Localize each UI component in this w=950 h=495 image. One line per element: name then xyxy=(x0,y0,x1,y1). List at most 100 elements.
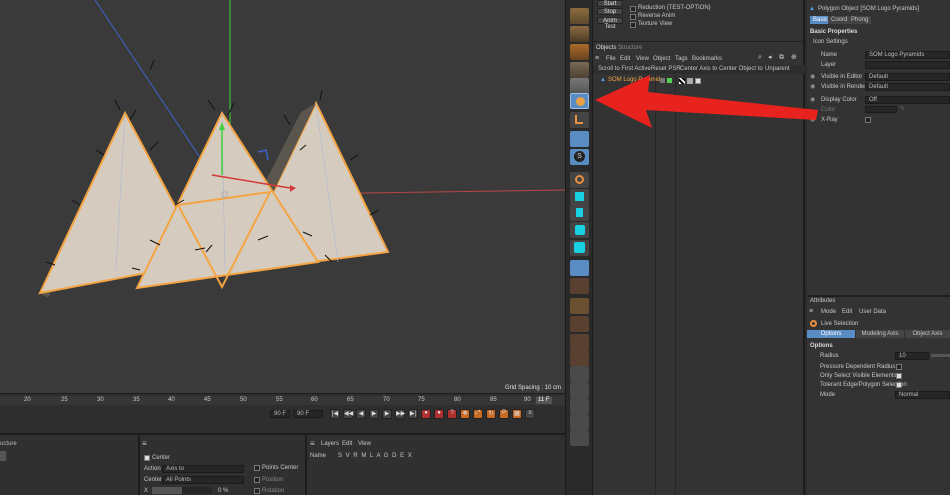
texture-mode-icon[interactable] xyxy=(570,278,589,294)
viewport-scene[interactable] xyxy=(0,0,565,393)
layer-field[interactable] xyxy=(865,61,950,69)
record-icon[interactable]: ● xyxy=(421,409,431,419)
visible-only-checkbox[interactable] xyxy=(896,373,902,379)
edges-mode-icon[interactable] xyxy=(570,205,589,221)
action-dropdown[interactable]: Axis to xyxy=(162,465,244,473)
bridge-icon[interactable] xyxy=(570,414,589,430)
radius-field[interactable]: 10 xyxy=(895,352,929,360)
position-checkbox[interactable] xyxy=(254,477,260,483)
param-key-icon[interactable]: P xyxy=(499,409,509,419)
bevel-icon[interactable] xyxy=(570,398,589,414)
reduction-checkbox[interactable] xyxy=(630,6,636,12)
workplane-icon[interactable] xyxy=(570,172,589,188)
menu-object[interactable]: Object xyxy=(653,56,670,63)
move-icon[interactable] xyxy=(570,316,589,332)
polygons-mode-icon[interactable] xyxy=(570,222,589,238)
stop-button[interactable]: Stop xyxy=(597,8,623,15)
model-mode-icon[interactable] xyxy=(570,240,589,256)
menu-file[interactable]: File xyxy=(606,56,616,63)
tweak-icon[interactable] xyxy=(570,131,589,147)
snap-icon[interactable]: S xyxy=(570,149,589,165)
filter-icon[interactable]: ◂ xyxy=(768,54,772,61)
layers-menu-layers[interactable]: Layers xyxy=(321,441,339,448)
prev-frame-icon[interactable]: ◀ xyxy=(356,409,366,419)
rotate-icon[interactable] xyxy=(570,350,589,366)
mode-dropdown[interactable]: Normal xyxy=(895,391,950,399)
rotation-key-icon[interactable]: ↻ xyxy=(486,409,496,419)
gizmo-z-handle[interactable] xyxy=(257,149,269,161)
weld-icon[interactable] xyxy=(570,430,589,446)
eyedropper-icon[interactable]: ✎ xyxy=(900,106,905,113)
visible-renderer-dropdown[interactable]: Default xyxy=(865,83,950,91)
position-key-icon[interactable]: ✥ xyxy=(460,409,470,419)
structure-tab-label[interactable]: ucture xyxy=(0,441,17,448)
polygon-mode-icon[interactable] xyxy=(570,93,589,109)
end-frame-field[interactable]: 90 F xyxy=(293,410,323,418)
menu-edit[interactable]: Edit xyxy=(842,309,852,316)
axis-mode-icon[interactable] xyxy=(570,112,589,128)
tolerant-checkbox[interactable] xyxy=(896,382,902,388)
live-selection-icon[interactable] xyxy=(570,298,589,314)
structure-scrollbar[interactable] xyxy=(0,451,6,461)
scale-icon[interactable] xyxy=(570,334,589,350)
tab-object-axis[interactable]: Object Axis xyxy=(905,330,950,338)
timeline[interactable]: 20 25 30 35 40 45 50 55 60 65 70 75 80 8… xyxy=(0,393,565,433)
add-icon[interactable]: ⊕ xyxy=(791,54,797,61)
layers-menu-view[interactable]: View xyxy=(358,441,371,448)
current-frame[interactable]: 11 F xyxy=(536,397,552,404)
pla-key-icon[interactable]: ▦ xyxy=(512,409,522,419)
tab-structure[interactable]: Structure xyxy=(615,44,645,52)
tab-modeling-axis[interactable]: Modeling Axis xyxy=(856,330,904,338)
menu-mode[interactable]: Mode xyxy=(821,309,836,316)
3d-viewport[interactable]: Grid Spacing : 10 cm xyxy=(0,0,565,393)
search-icon[interactable]: ⌕ xyxy=(758,54,762,61)
cube-icon[interactable] xyxy=(570,8,589,24)
keyframe-selection-icon[interactable]: ? xyxy=(447,409,457,419)
next-frame-icon[interactable]: ▶ xyxy=(382,409,392,419)
go-end-icon[interactable]: ▶| xyxy=(408,409,418,419)
timeline-ruler[interactable]: 20 25 30 35 40 45 50 55 60 65 70 75 80 8… xyxy=(0,396,565,405)
prev-key-icon[interactable]: ◀◀ xyxy=(343,409,353,419)
display-color-dropdown[interactable]: Off xyxy=(865,96,950,104)
name-field[interactable]: SOM Logo Pyramids xyxy=(865,51,950,59)
autokey-icon[interactable]: ● xyxy=(434,409,444,419)
coords-menu-icon[interactable]: ≡ xyxy=(142,440,147,448)
menu-tags[interactable]: Tags xyxy=(675,56,688,63)
deformer-icon[interactable] xyxy=(570,62,589,78)
xray-checkbox[interactable] xyxy=(865,117,871,123)
layers-menu-icon[interactable]: ≡ xyxy=(310,440,315,448)
center-dropdown[interactable]: All Points xyxy=(162,476,244,484)
menu-bookmarks[interactable]: Bookmarks xyxy=(692,56,722,63)
timeline-menu-icon[interactable]: ≡ xyxy=(525,409,535,419)
extrude-icon[interactable] xyxy=(570,382,589,398)
enable-axis-icon[interactable] xyxy=(570,260,589,276)
play-icon[interactable]: ▶ xyxy=(369,409,379,419)
texture-view-checkbox[interactable] xyxy=(630,22,636,28)
attributes-menu-icon[interactable]: ≡ xyxy=(809,308,813,315)
radius-slider[interactable] xyxy=(931,354,950,357)
objects-menu-icon[interactable]: ≡ xyxy=(595,55,599,62)
pen-icon[interactable] xyxy=(570,26,589,42)
visible-editor-dropdown[interactable]: Default xyxy=(865,73,950,81)
pressure-checkbox[interactable] xyxy=(896,364,902,370)
go-start-icon[interactable]: |◀ xyxy=(330,409,340,419)
start-frame-field[interactable]: 90 F xyxy=(270,410,290,418)
next-key-icon[interactable]: ▶▶ xyxy=(395,409,405,419)
anim-test-button[interactable]: Anim Test xyxy=(597,17,623,30)
rotation-checkbox[interactable] xyxy=(254,488,260,494)
knife-icon[interactable] xyxy=(570,366,589,382)
center-checkbox[interactable] xyxy=(144,455,150,461)
x-value[interactable]: 0 % xyxy=(218,488,228,495)
points-mode-icon[interactable] xyxy=(570,189,589,205)
tab-phong[interactable]: Phong xyxy=(848,16,872,24)
subsection-icon-settings[interactable]: Icon Settings xyxy=(813,39,848,46)
menu-user-data[interactable]: User Data xyxy=(859,309,886,316)
menu-view[interactable]: View xyxy=(636,56,649,63)
x-slider[interactable] xyxy=(152,487,212,494)
subdivision-icon[interactable] xyxy=(570,44,589,60)
start-button[interactable]: Start xyxy=(597,0,623,7)
new-window-icon[interactable]: ⧉ xyxy=(779,54,784,61)
menu-edit[interactable]: Edit xyxy=(620,56,630,63)
scale-key-icon[interactable]: ⤢ xyxy=(473,409,483,419)
reverse-anim-checkbox[interactable] xyxy=(630,14,636,20)
